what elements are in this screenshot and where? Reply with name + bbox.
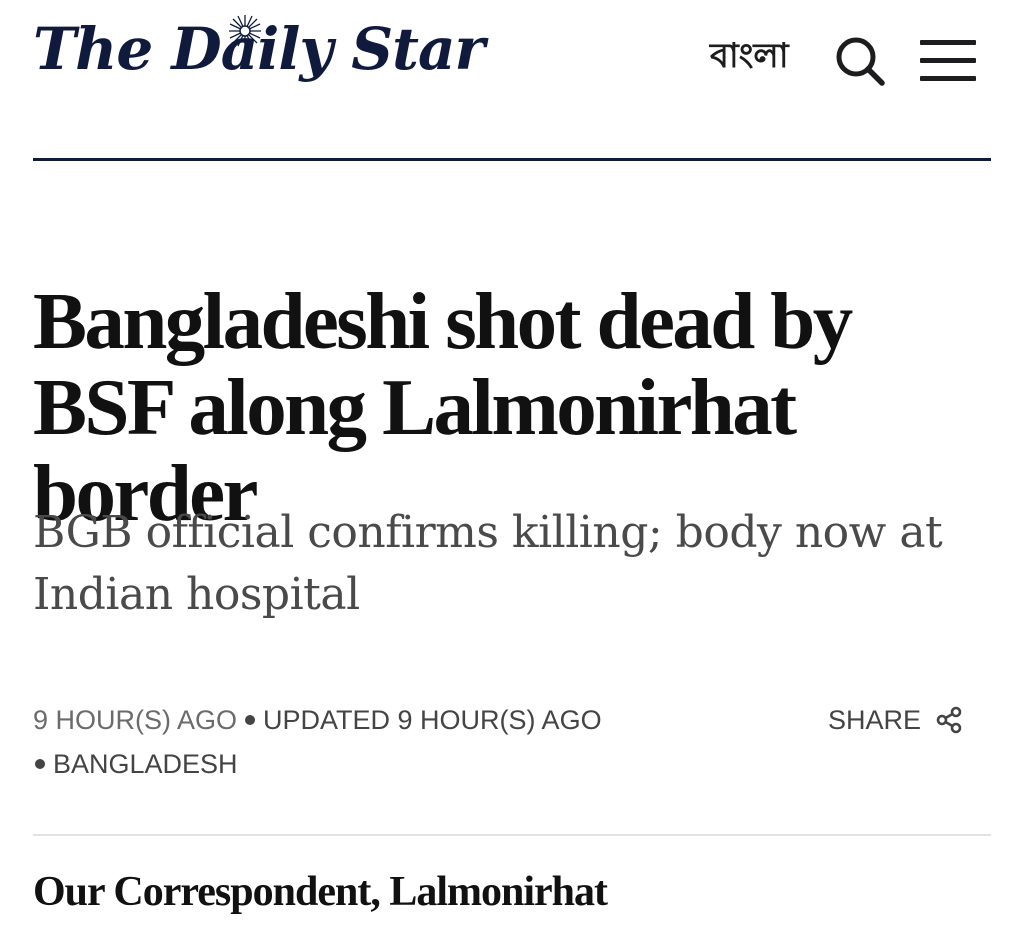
bangla-language-link[interactable]: বাংলা <box>710 37 789 75</box>
updated-time: UPDATED 9 HOUR(S) AGO <box>263 705 602 735</box>
byline-divider <box>33 834 991 836</box>
meta-separator <box>245 714 256 725</box>
menu-button[interactable] <box>920 40 976 82</box>
header-divider <box>33 158 991 161</box>
article-subheadline: BGB official confirms killing; body now … <box>33 507 943 620</box>
published-time: 9 HOUR(S) AGO <box>33 705 238 735</box>
site-logo[interactable]: The Daily Star <box>33 15 485 110</box>
section-link[interactable]: BANGLADESH <box>53 749 238 779</box>
hamburger-line <box>920 58 976 63</box>
meta-separator <box>35 758 45 769</box>
article-meta: 9 HOUR(S) AGO UPDATED 9 HOUR(S) AGO BANGL… <box>33 698 733 786</box>
site-header: The Daily Star বাংলা <box>33 0 991 160</box>
share-icon <box>936 706 962 734</box>
search-button[interactable] <box>833 34 887 88</box>
sun-emblem-icon <box>229 15 261 47</box>
search-icon <box>836 37 885 86</box>
hamburger-menu-icon <box>920 40 976 45</box>
article-headline: Bangladeshi shot dead by BSF along Lalmo… <box>33 276 853 538</box>
share-label: SHARE <box>828 704 922 735</box>
share-button[interactable]: SHARE <box>828 698 963 742</box>
hamburger-line <box>920 76 976 81</box>
article-byline: Our Correspondent, Lalmonirhat <box>33 869 608 915</box>
